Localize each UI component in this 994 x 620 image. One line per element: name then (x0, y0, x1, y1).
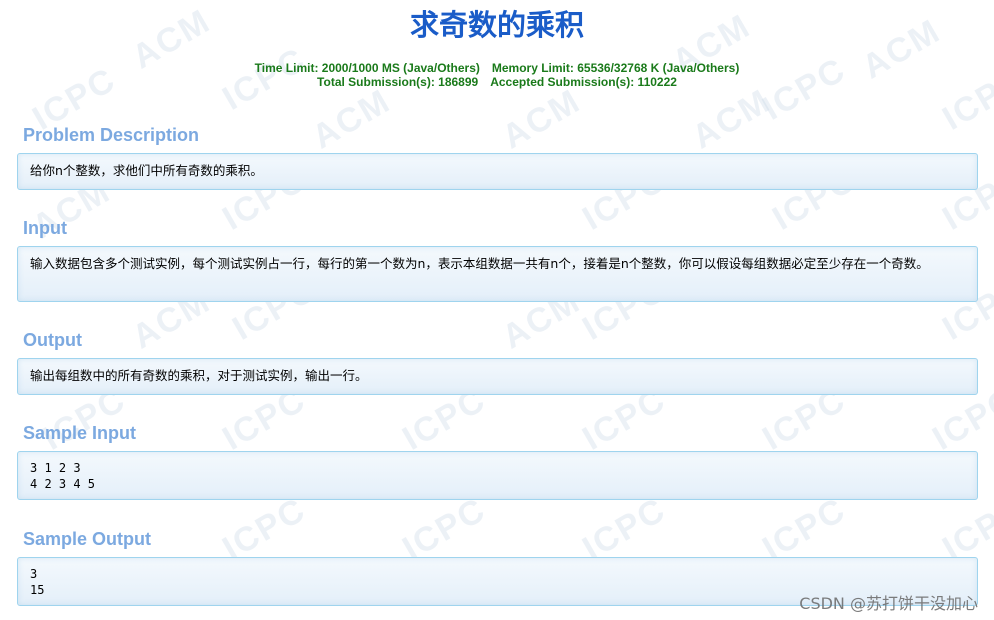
problem-limits: Time Limit: 2000/1000 MS (Java/Others) Me… (0, 61, 994, 89)
total-submissions: Total Submission(s): 186899 (317, 75, 479, 89)
csdn-credit-watermark: CSDN @苏打饼干没加心 (799, 594, 978, 613)
input-text: 输入数据包含多个测试实例，每个测试实例占一行，每行的第一个数为n，表示本组数据一… (30, 256, 929, 271)
description-heading: Problem Description (23, 125, 200, 145)
sample-input-panel: 3 1 2 3 4 2 3 4 5 (17, 451, 978, 500)
time-limit: Time Limit: 2000/1000 MS (Java/Others) (254, 61, 480, 75)
background-watermark: ACM ICPC ACM ICPC ACM ACM ACM ACM ICPC I… (0, 0, 994, 620)
output-panel: 输出每组数中的所有奇数的乘积，对于测试实例，输出一行。 (17, 358, 978, 395)
accepted-submissions: Accepted Submission(s): 110222 (490, 75, 677, 89)
watermark-acm: ACM (305, 81, 398, 157)
output-text: 输出每组数中的所有奇数的乘积，对于测试实例，输出一行。 (30, 368, 368, 383)
watermark-acm: ACM (685, 81, 778, 157)
sample-output-heading: Sample Output (23, 529, 152, 549)
description-panel: 给你n个整数，求他们中所有奇数的乘积。 (17, 153, 978, 190)
output-heading: Output (23, 330, 82, 350)
limits-line-2: Total Submission(s): 186899 Accepted Subm… (0, 75, 994, 89)
input-heading: Input (23, 218, 67, 238)
limits-line-1: Time Limit: 2000/1000 MS (Java/Others) Me… (0, 61, 994, 75)
description-text: 给你n个整数，求他们中所有奇数的乘积。 (30, 163, 263, 178)
sample-input-heading: Sample Input (23, 423, 137, 443)
input-panel: 输入数据包含多个测试实例，每个测试实例占一行，每行的第一个数为n，表示本组数据一… (17, 246, 978, 302)
watermark-acm: ACM (495, 81, 588, 157)
memory-limit: Memory Limit: 65536/32768 K (Java/Others… (491, 61, 740, 75)
problem-title: 求奇数的乘积 (409, 8, 584, 42)
